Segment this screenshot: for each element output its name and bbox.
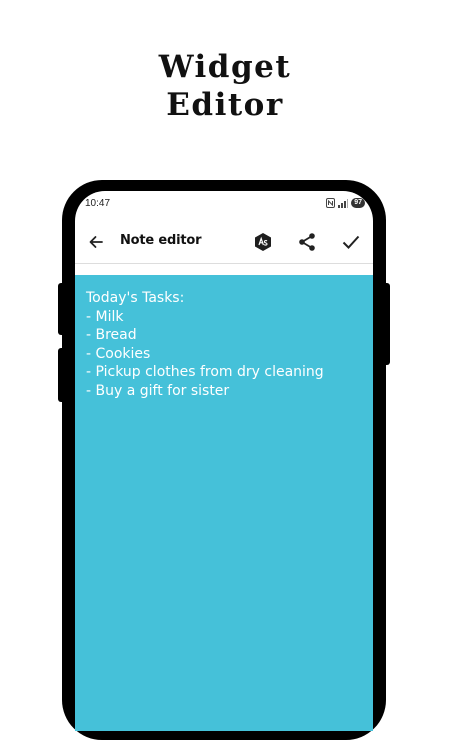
battery-icon: 97 — [351, 198, 365, 208]
arrow-left-icon — [89, 236, 103, 248]
signal-icon — [338, 199, 349, 208]
app-bar: Note editor — [75, 221, 373, 264]
promo-title-line2: Editor — [166, 87, 284, 123]
back-button[interactable] — [85, 231, 107, 253]
font-style-button[interactable] — [251, 230, 275, 254]
phone-screen: 10:47 97 Note editor Today's Tasks: - Mi… — [75, 191, 373, 731]
note-editor-area[interactable]: Today's Tasks: - Milk - Bread - Cookies … — [75, 275, 373, 731]
app-title: Note editor — [120, 233, 202, 248]
status-time: 10:47 — [85, 198, 111, 209]
status-bar: 10:47 97 — [75, 191, 373, 215]
status-icons: 97 — [326, 197, 365, 209]
promo-title-line1: Widget — [158, 49, 292, 85]
share-icon — [299, 233, 315, 251]
font-style-icon — [255, 233, 271, 251]
promo-title: Widget Editor — [0, 48, 450, 124]
note-text[interactable]: Today's Tasks: - Milk - Bread - Cookies … — [86, 289, 366, 400]
nfc-icon — [326, 198, 336, 208]
share-button[interactable] — [295, 230, 319, 254]
check-icon — [342, 235, 360, 249]
save-button[interactable] — [339, 230, 363, 254]
